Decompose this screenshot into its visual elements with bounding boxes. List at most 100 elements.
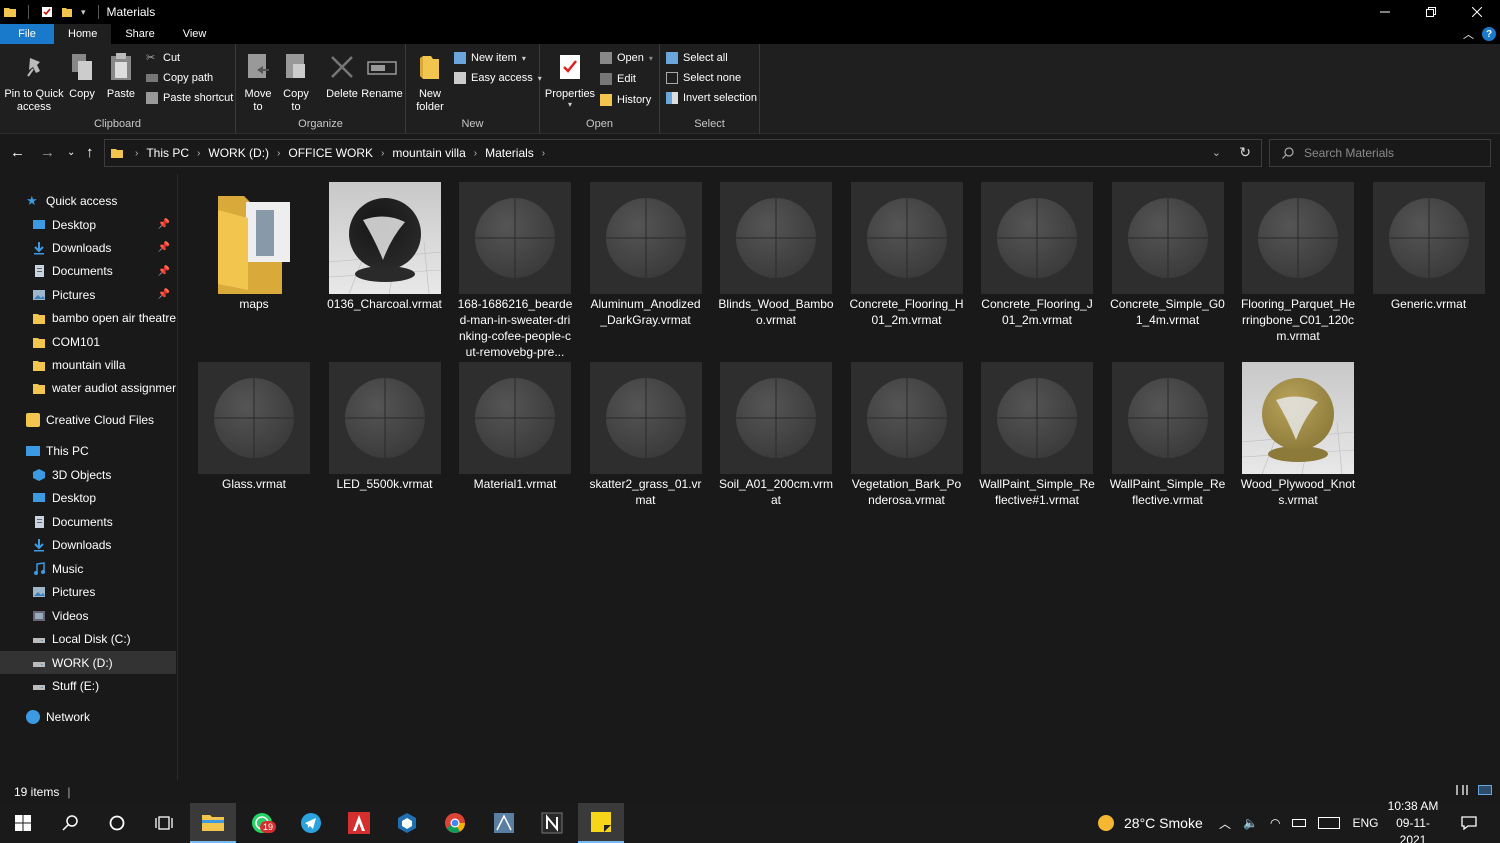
file-item[interactable]: 168-1686216_bearded-man-in-sweater-drink…: [458, 182, 572, 360]
breadcrumb-office-work[interactable]: OFFICE WORK ›: [288, 146, 392, 160]
collapse-ribbon-icon[interactable]: ︿: [1463, 26, 1474, 42]
show-hidden-icons-chevron-icon[interactable]: ︿: [1219, 815, 1231, 832]
close-button[interactable]: [1454, 0, 1500, 24]
sidebar-item-pictures[interactable]: Pictures: [0, 581, 176, 604]
delete-button[interactable]: Delete: [324, 50, 360, 101]
select-all-button[interactable]: Select all: [666, 52, 728, 64]
file-item[interactable]: Concrete_Simple_G01_4m.vrmat: [1110, 182, 1225, 328]
notion-taskbar-button[interactable]: [529, 803, 575, 843]
properties-quick-icon[interactable]: [41, 6, 53, 18]
file-item[interactable]: 0136_Charcoal.vrmat: [327, 182, 442, 312]
file-item[interactable]: Glass.vrmat: [197, 362, 311, 492]
weather-widget[interactable]: 28°C Smoke: [1096, 803, 1203, 843]
copy-path-button[interactable]: Copy path: [146, 72, 213, 84]
file-item[interactable]: Concrete_Flooring_J01_2m.vrmat: [980, 182, 1094, 328]
easy-access-button[interactable]: Easy access ▾: [454, 72, 542, 84]
search-input[interactable]: [1304, 146, 1474, 160]
sidebar-item-downloads[interactable]: Downloads: [0, 534, 176, 557]
file-item[interactable]: Vegetation_Bark_Ponderosa.vrmat: [850, 362, 964, 508]
sticky-notes-taskbar-button[interactable]: [578, 803, 624, 843]
keyboard-icon[interactable]: [1318, 817, 1341, 829]
invert-selection-button[interactable]: Invert selection: [666, 92, 757, 104]
open-button[interactable]: Open ▾: [600, 52, 653, 64]
tab-home[interactable]: Home: [54, 24, 112, 44]
recent-locations-chevron-icon[interactable]: ⌄: [67, 147, 75, 158]
taskbar-search-button[interactable]: [47, 803, 93, 843]
file-item[interactable]: Material1.vrmat: [458, 362, 572, 492]
sidebar-item-music[interactable]: Music: [0, 557, 176, 580]
sidebar-item-mountain-villa[interactable]: mountain villa: [0, 353, 176, 376]
telegram-taskbar-button[interactable]: [288, 803, 334, 843]
sidebar-item-local-disk-c-[interactable]: Local Disk (C:): [0, 628, 176, 651]
app-taskbar-button[interactable]: [481, 803, 527, 843]
file-explorer-taskbar-button[interactable]: [190, 803, 236, 843]
copy-button[interactable]: Copy: [66, 50, 98, 101]
new-folder-quick-icon[interactable]: [61, 6, 73, 18]
sidebar-item-3d-objects[interactable]: 3D Objects: [0, 463, 176, 486]
clock[interactable]: 10:38 AM 09-11-2021: [1383, 799, 1443, 843]
details-view-icon[interactable]: [1456, 785, 1468, 795]
sidebar-item-water-audiot-assignment[interactable]: water audiot assignment: [0, 377, 176, 400]
wifi-icon[interactable]: ◠: [1270, 816, 1280, 830]
whatsapp-taskbar-button[interactable]: 19: [239, 803, 285, 843]
copy-to-button[interactable]: Copy to: [280, 50, 312, 114]
sidebar-item-documents[interactable]: Documents: [0, 510, 176, 533]
volume-icon[interactable]: 🔈: [1243, 816, 1258, 830]
sidebar-item-videos[interactable]: Videos: [0, 604, 176, 627]
sidebar-network[interactable]: Network: [0, 705, 176, 728]
up-arrow-icon[interactable]: ↑: [86, 144, 94, 161]
new-folder-button[interactable]: New folder: [412, 50, 448, 114]
address-dropdown-icon[interactable]: ⌄: [1212, 146, 1221, 159]
move-to-button[interactable]: Move to: [242, 50, 274, 114]
new-item-button[interactable]: New item ▾: [454, 52, 526, 64]
language-indicator[interactable]: ENG: [1352, 816, 1378, 830]
file-item[interactable]: Soil_A01_200cm.vrmat: [719, 362, 833, 508]
tab-share[interactable]: Share: [111, 24, 168, 44]
notification-center-button[interactable]: [1458, 803, 1480, 843]
breadcrumb-this-pc[interactable]: This PC ›: [146, 146, 208, 160]
breadcrumb-mountain-villa[interactable]: mountain villa ›: [392, 146, 485, 160]
paste-button[interactable]: Paste: [104, 50, 138, 101]
cortana-button[interactable]: [94, 803, 140, 843]
file-item[interactable]: Aluminum_Anodized_DarkGray.vrmat: [589, 182, 703, 328]
task-view-button[interactable]: [141, 803, 187, 843]
tab-file[interactable]: File: [0, 24, 54, 44]
file-item[interactable]: Wood_Plywood_Knots.vrmat: [1241, 362, 1355, 508]
sidebar-this-pc[interactable]: This PC: [0, 439, 176, 462]
file-item[interactable]: WallPaint_Simple_Reflective.vrmat: [1110, 362, 1225, 508]
sidebar-creative-cloud[interactable]: Creative Cloud Files: [0, 408, 176, 431]
battery-icon[interactable]: [1292, 819, 1307, 827]
properties-button[interactable]: Properties ▾: [544, 50, 596, 109]
edit-button[interactable]: Edit: [600, 73, 636, 85]
chrome-taskbar-button[interactable]: [432, 803, 478, 843]
file-item[interactable]: WallPaint_Simple_Reflective#1.vrmat: [979, 362, 1095, 508]
sidebar-item-work-d-[interactable]: WORK (D:): [0, 651, 176, 674]
restore-button[interactable]: [1408, 0, 1454, 24]
sidebar-item-pictures[interactable]: Pictures 📌: [0, 283, 176, 306]
sidebar-quick-access[interactable]: ★ Quick access: [0, 189, 176, 212]
file-item[interactable]: Concrete_Flooring_H01_2m.vrmat: [849, 182, 964, 328]
address-bar[interactable]: › This PC › WORK (D:) › OFFICE WORK › mount…: [104, 139, 1262, 167]
history-button[interactable]: History: [600, 94, 651, 106]
breadcrumb-materials[interactable]: Materials ›: [485, 146, 553, 160]
search-box[interactable]: [1269, 139, 1491, 167]
tab-view[interactable]: View: [169, 24, 221, 44]
sidebar-item-bambo-open-air-theatre[interactable]: bambo open air theatre: [0, 307, 176, 330]
file-item[interactable]: Blinds_Wood_Bamboo.vrmat: [718, 182, 834, 328]
paste-shortcut-button[interactable]: Paste shortcut: [146, 92, 233, 104]
pin-to-quick-access-button[interactable]: Pin to Quick access: [4, 50, 64, 114]
minimize-button[interactable]: [1362, 0, 1408, 24]
sidebar-item-desktop[interactable]: Desktop 📌: [0, 213, 176, 236]
folder-item[interactable]: maps: [197, 182, 311, 312]
rename-button[interactable]: Rename: [361, 50, 403, 101]
refresh-icon[interactable]: ↻: [1239, 144, 1251, 161]
autocad-taskbar-button[interactable]: [336, 803, 382, 843]
file-item[interactable]: Generic.vrmat: [1372, 182, 1486, 312]
sidebar-item-com101[interactable]: COM101: [0, 330, 176, 353]
sidebar-item-documents[interactable]: Documents 📌: [0, 260, 176, 283]
sidebar-item-desktop[interactable]: Desktop: [0, 487, 176, 510]
sketchup-taskbar-button[interactable]: [384, 803, 430, 843]
file-item[interactable]: LED_5500k.vrmat: [328, 362, 442, 492]
forward-arrow-icon[interactable]: →: [40, 144, 55, 161]
select-none-button[interactable]: Select none: [666, 72, 741, 84]
